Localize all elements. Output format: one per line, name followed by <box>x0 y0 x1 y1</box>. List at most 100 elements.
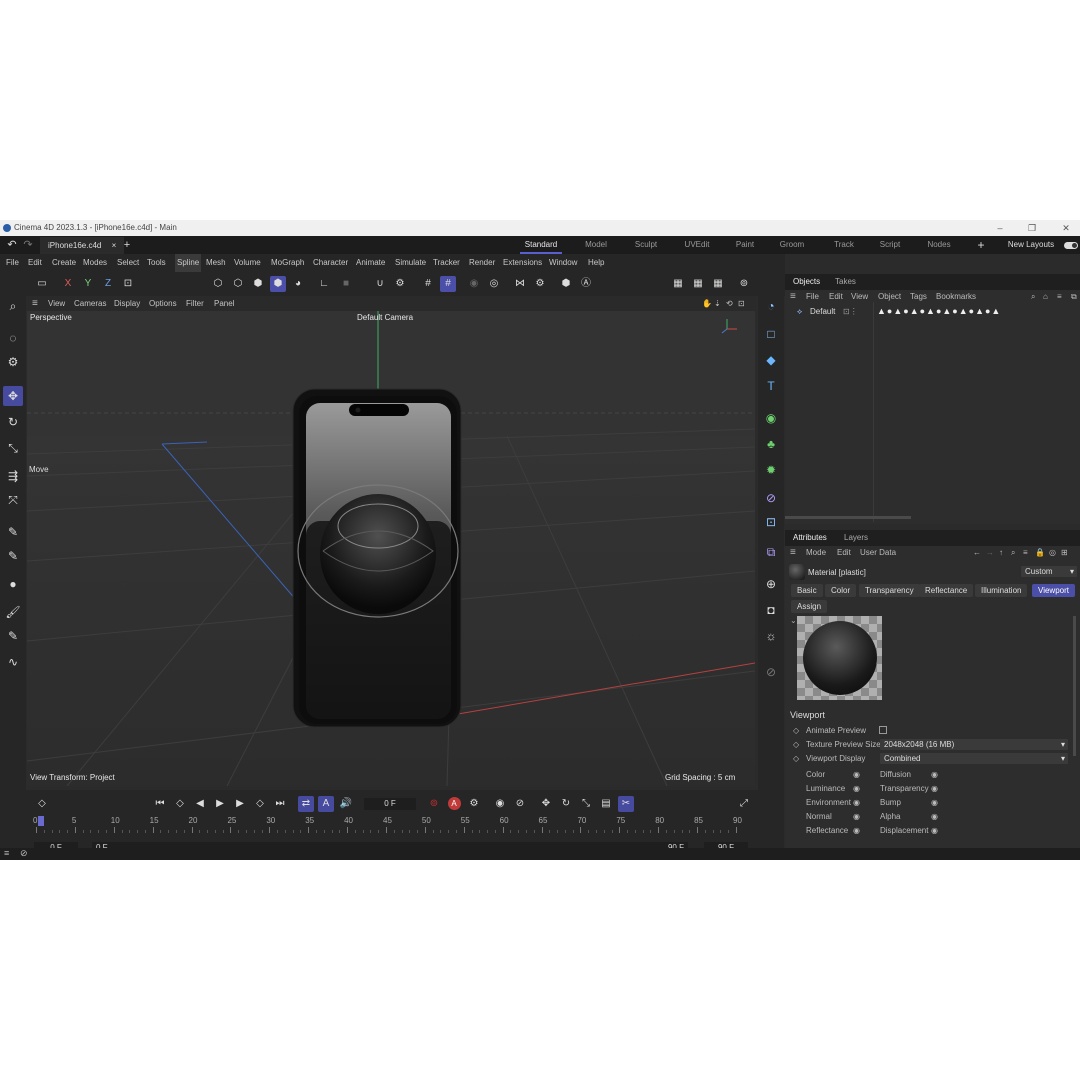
animate-preview-key[interactable]: ◇ <box>793 726 799 735</box>
viewport-menu-cameras[interactable]: Cameras <box>74 296 106 311</box>
symmetry-icon[interactable]: ⋈ <box>512 276 528 292</box>
basic-button[interactable]: Basic <box>791 584 823 597</box>
text-object-icon[interactable]: T <box>761 376 781 396</box>
layout-tab-paint[interactable]: Paint <box>732 236 758 254</box>
objects-menu-bookmarks[interactable]: Bookmarks <box>936 290 976 304</box>
viewport-display-key[interactable]: ◇ <box>793 754 799 763</box>
snap-icon[interactable]: ∪ <box>372 276 388 292</box>
color-button[interactable]: Color <box>825 584 857 597</box>
sketch-icon[interactable]: ∿ <box>3 652 23 672</box>
cube-object-icon[interactable]: ◆ <box>761 350 781 370</box>
menu-modes[interactable]: Modes <box>83 254 107 272</box>
go-to-end-icon[interactable]: ⏭ <box>272 796 288 812</box>
rotate-tool-icon[interactable]: ↻ <box>3 412 23 432</box>
texture-preview-size-dropdown[interactable]: 2048x2048 (16 MB) ▾ <box>880 739 1068 750</box>
eye-icon[interactable]: ◉ <box>931 826 938 835</box>
menu-create[interactable]: Create <box>52 254 76 272</box>
menu-edit[interactable]: Edit <box>837 546 851 560</box>
layout-tab-uvedit[interactable]: UVEdit <box>682 236 712 254</box>
new-layouts-label[interactable]: New Layouts <box>1004 236 1058 254</box>
texture-mode-icon[interactable]: ■ <box>338 276 354 292</box>
move-tool-icon[interactable]: ✥ <box>3 386 23 406</box>
eye-icon[interactable]: ◉ <box>853 784 860 793</box>
polygons-mode-icon[interactable]: ⬢ <box>250 276 266 292</box>
illumination-button[interactable]: Illumination <box>975 584 1028 597</box>
file-tab-close[interactable]: × <box>112 241 117 250</box>
eye-icon[interactable]: ◉ <box>931 812 938 821</box>
status-menu-icon[interactable]: ≡ <box>4 848 9 858</box>
maximize-view-icon[interactable]: ⊡ <box>738 296 745 311</box>
object-row[interactable]: ⟡ Default ⊡⋮ ▲●▲●▲●▲●▲●▲●▲●▲ <box>785 306 1080 318</box>
menu-spline[interactable]: Spline <box>175 254 202 272</box>
new-window-icon[interactable]: ⊞ <box>1061 546 1068 560</box>
key-rotate-icon[interactable]: ↻ <box>558 796 574 812</box>
search-icon[interactable]: ⌕ <box>3 296 23 316</box>
menu-tracker[interactable]: Tracker <box>433 254 460 272</box>
menu-animate[interactable]: Animate <box>356 254 385 272</box>
keyframe-icon[interactable]: ◇ <box>34 796 50 812</box>
settings-icon[interactable]: ◎ <box>1049 546 1056 560</box>
viewport-menu-view[interactable]: View <box>48 296 65 311</box>
layout-tab-nodes[interactable]: Nodes <box>924 236 954 254</box>
render-queue-icon[interactable]: ▦ <box>710 276 726 292</box>
selection-tool-icon[interactable]: ◌ <box>3 328 23 348</box>
sky-icon[interactable]: ⊕ <box>761 574 781 594</box>
redshift-icon[interactable]: ⊚ <box>736 276 752 292</box>
eye-icon[interactable]: ◉ <box>931 784 938 793</box>
menu-file[interactable]: File <box>6 254 19 272</box>
tab-takes[interactable]: Takes <box>835 274 856 290</box>
playhead[interactable] <box>38 816 44 826</box>
lock-icon[interactable]: 🔒 <box>1035 546 1045 560</box>
menu-tools[interactable]: Tools <box>147 254 166 272</box>
timeline-ruler[interactable]: 0 5 10 15 20 25 30 35 40 45 50 55 60 65 70 75 80 85 90 <box>33 816 748 836</box>
menu-edit[interactable]: Edit <box>28 254 42 272</box>
prev-frame-icon[interactable]: ◀ <box>192 796 208 812</box>
axis-mode-icon[interactable]: ∟ <box>316 276 332 292</box>
play-icon[interactable]: ▶ <box>212 796 228 812</box>
spline-smooth-icon[interactable]: ✎ <box>3 546 23 566</box>
coordinate-system-icon[interactable]: ⊡ <box>120 276 136 292</box>
deformer-icon[interactable]: ✹ <box>761 460 781 480</box>
menu-extensions[interactable]: Extensions <box>503 254 542 272</box>
eye-icon[interactable]: ◉ <box>931 798 938 807</box>
texture-size-key[interactable]: ◇ <box>793 740 799 749</box>
autokey-icon[interactable]: A <box>446 796 462 812</box>
uv-mode-icon[interactable]: ◕ <box>290 276 306 292</box>
render-settings-icon[interactable]: Ⓐ <box>578 276 594 292</box>
add-layout-icon[interactable]: + <box>974 236 988 254</box>
eye-icon[interactable]: ◉ <box>853 812 860 821</box>
viewport-menu-panel[interactable]: Panel <box>214 296 234 311</box>
grid-snap-icon[interactable]: # <box>440 276 456 292</box>
back-arrow-icon[interactable]: ← <box>973 546 981 560</box>
objects-menu-tags[interactable]: Tags <box>910 290 927 304</box>
soft-selection-icon[interactable]: ◉ <box>466 276 482 292</box>
eye-icon[interactable]: ◉ <box>931 770 938 779</box>
add-tab-button[interactable]: + <box>122 236 132 254</box>
key-scale-icon[interactable]: ⤡ <box>578 796 594 812</box>
field-icon[interactable]: ⊘ <box>761 488 781 508</box>
forward-arrow-icon[interactable]: → <box>986 546 994 560</box>
search-icon[interactable]: ⌕ <box>1031 290 1035 304</box>
viewport-menu-options[interactable]: Options <box>149 296 177 311</box>
layout-tab-groom[interactable]: Groom <box>778 236 806 254</box>
orbit-icon[interactable]: ⟲ <box>726 296 733 311</box>
tab-layers[interactable]: Layers <box>844 530 868 546</box>
assign-button[interactable]: Assign <box>791 600 828 613</box>
up-arrow-icon[interactable]: ↑ <box>999 546 1003 560</box>
search-icon[interactable]: ⌕ <box>1011 546 1015 560</box>
record-icon[interactable]: ⊚ <box>426 796 442 812</box>
material-tool-icon[interactable]: ● <box>3 574 23 594</box>
model-mode-icon[interactable]: ▭ <box>34 276 50 292</box>
key-param-icon[interactable]: ▤ <box>598 796 614 812</box>
eye-icon[interactable]: ◉ <box>853 770 860 779</box>
key-pla-icon[interactable]: ✂ <box>618 796 634 812</box>
redo-icon[interactable]: ↷ <box>20 237 36 253</box>
objects-menu-view[interactable]: View <box>851 290 868 304</box>
custom-dropdown[interactable]: Custom ▾ <box>1021 566 1077 577</box>
key-rotation-icon[interactable]: ⊘ <box>512 796 528 812</box>
eye-icon[interactable]: ◉ <box>853 826 860 835</box>
layout-tab-standard[interactable]: Standard <box>520 236 562 254</box>
tab-objects[interactable]: Objects <box>793 274 820 290</box>
new-window-icon[interactable]: ⧉ <box>1071 290 1077 304</box>
object-name[interactable]: Default <box>810 307 835 316</box>
